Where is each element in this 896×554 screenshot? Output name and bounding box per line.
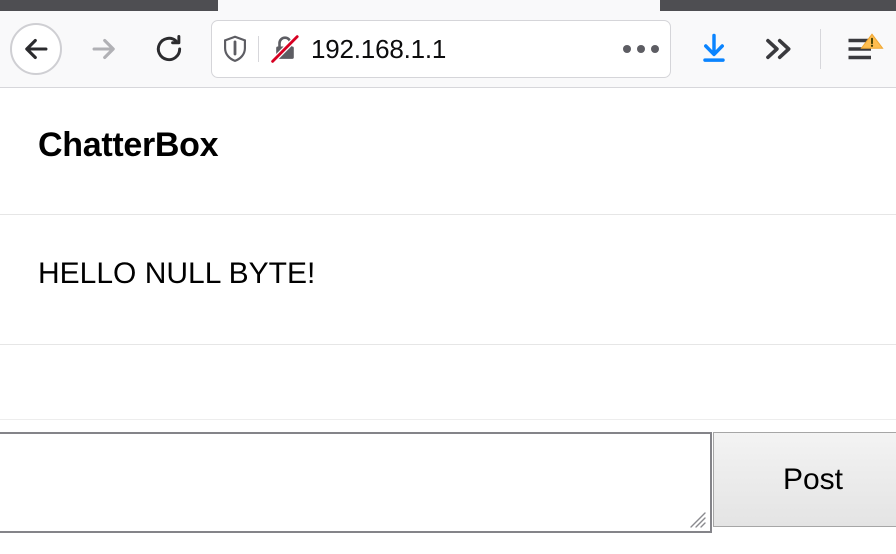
application-menu-button[interactable] xyxy=(838,23,890,75)
url-text[interactable]: 192.168.1.1 xyxy=(311,34,612,65)
tab-strip xyxy=(0,0,896,11)
download-arrow-icon xyxy=(703,33,725,62)
page-actions-dot xyxy=(623,45,631,53)
reload-icon xyxy=(156,35,182,62)
message-list: HELLO NULL BYTE! xyxy=(0,215,896,345)
page-title: ChatterBox xyxy=(38,126,219,164)
compose-form: Post xyxy=(0,432,896,554)
downloads-button[interactable] xyxy=(689,25,739,73)
tab-strip-background-right xyxy=(660,0,896,11)
page-actions-button[interactable] xyxy=(612,45,670,53)
arrow-left-icon xyxy=(25,38,48,60)
toolbar-separator xyxy=(820,29,821,69)
reload-button[interactable] xyxy=(143,23,195,75)
browser-chrome: 192.168.1.1 xyxy=(0,0,896,88)
tab-strip-background-left xyxy=(0,0,218,11)
back-button[interactable] xyxy=(10,23,62,75)
forward-button[interactable] xyxy=(78,23,130,75)
insecure-connection-lock-icon[interactable] xyxy=(259,33,311,65)
overflow-menu-button[interactable] xyxy=(754,25,804,73)
compose-spacer xyxy=(0,345,896,420)
chevron-double-right-icon xyxy=(766,38,791,60)
lock-crossed-icon xyxy=(269,33,300,65)
shield-icon xyxy=(224,35,246,62)
arrow-right-icon xyxy=(92,38,115,60)
tracking-protection-shield-icon[interactable] xyxy=(212,35,258,63)
site-header: ChatterBox xyxy=(0,88,896,215)
url-bar[interactable]: 192.168.1.1 xyxy=(211,20,671,78)
post-button[interactable]: Post xyxy=(713,432,896,527)
navigation-toolbar: 192.168.1.1 xyxy=(0,11,896,87)
message-input[interactable] xyxy=(0,432,712,533)
page-content: ChatterBox HELLO NULL BYTE! Post xyxy=(0,88,896,554)
active-tab[interactable] xyxy=(218,0,660,11)
hamburger-menu-icon xyxy=(848,33,884,60)
page-actions-dot xyxy=(651,45,659,53)
list-item: HELLO NULL BYTE! xyxy=(38,257,316,290)
page-actions-dot xyxy=(637,45,645,53)
